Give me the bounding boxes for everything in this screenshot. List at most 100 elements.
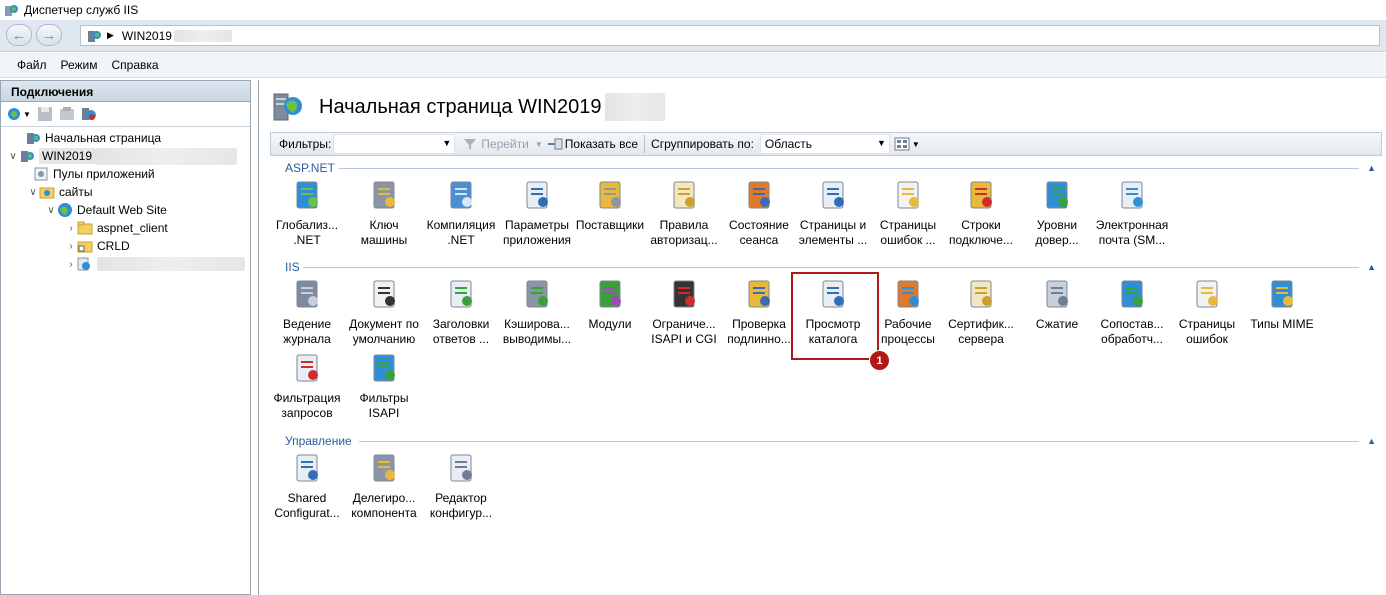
folder-icon (77, 221, 93, 235)
feature-key[interactable]: Ключ машины (346, 178, 422, 248)
feature-providers[interactable]: Поставщики (572, 178, 648, 233)
dropdown-arrow-icon: ▼ (442, 138, 452, 148)
error-page-icon (1190, 277, 1224, 311)
server-large-icon (273, 93, 302, 121)
feature-settings-list[interactable]: Параметры приложения (499, 178, 575, 248)
section-title-management[interactable]: Управление (285, 434, 352, 448)
error-page-icon (891, 178, 925, 212)
feature-log[interactable]: Ведение журнала (269, 277, 345, 347)
expand-chevron-icon[interactable]: › (65, 259, 77, 270)
back-button[interactable]: ← (6, 24, 32, 46)
feature-session[interactable]: Состояние сеанса (721, 178, 797, 248)
collapse-section-icon[interactable]: ▲ (1367, 163, 1376, 173)
feature-request-filtering[interactable]: Фильтрация запросов (269, 351, 345, 421)
go-button[interactable]: Перейти ▼ (463, 137, 543, 151)
collapse-section-icon[interactable]: ▲ (1367, 262, 1376, 272)
menu-view[interactable]: Режим (61, 58, 98, 72)
feature-delegation[interactable]: Делегиро... компонента (346, 451, 422, 521)
menu-bar: Файл Режим Справка (0, 53, 1386, 78)
menu-help[interactable]: Справка (112, 58, 159, 72)
feature-authentication[interactable]: Проверка подлинно... (721, 277, 797, 347)
expand-chevron-icon[interactable]: › (65, 241, 77, 252)
feature-isapi-filter[interactable]: Фильтры ISAPI (346, 351, 422, 421)
feature-shared-config[interactable]: Shared Configurat... (269, 451, 345, 521)
tree-item-sites[interactable]: ∨ сайты (27, 183, 92, 201)
tree-item-aspnet-client[interactable]: › aspnet_client (65, 219, 167, 237)
compression-icon (1040, 277, 1074, 311)
feature-label: Страницы и элементы ... (798, 218, 868, 247)
feature-worker-process[interactable]: Рабочие процессы (870, 277, 946, 347)
section-title-aspnet[interactable]: ASP.NET (285, 161, 335, 175)
feature-error-page[interactable]: Страницы ошибок ... (870, 178, 946, 248)
view-mode-icon (894, 137, 910, 151)
show-all-button[interactable]: Показать все (547, 137, 638, 151)
feature-headers[interactable]: Заголовки ответов ... (423, 277, 499, 347)
collapse-chevron-icon[interactable]: ∨ (27, 187, 39, 198)
connect-icon[interactable] (7, 106, 23, 122)
section-title-iis[interactable]: IIS (285, 260, 300, 274)
compile-icon (444, 178, 478, 212)
feature-label: Shared Configurat... (274, 491, 340, 520)
feature-connection-string[interactable]: Строки подключе... (943, 178, 1019, 248)
up-level-icon[interactable] (59, 106, 75, 122)
server-icon (88, 30, 101, 42)
feature-handler-mapping[interactable]: Сопостав... обработч... (1094, 277, 1170, 347)
forward-button[interactable]: → (36, 24, 62, 46)
feature-mime[interactable]: Типы MIME (1244, 277, 1320, 332)
feature-label: Модули (588, 317, 632, 331)
page-title: Начальная страница WIN2019 (319, 95, 602, 118)
expand-chevron-icon[interactable]: › (65, 223, 77, 234)
feature-compression[interactable]: Сжатие (1019, 277, 1095, 332)
feature-label: Делегиро... компонента (351, 491, 417, 520)
feature-config-editor[interactable]: Редактор конфигур... (423, 451, 499, 521)
feature-pages[interactable]: Страницы и элементы ... (795, 178, 871, 248)
collapse-section-icon[interactable]: ▲ (1367, 436, 1376, 446)
feature-globe[interactable]: Глобализ... .NET (269, 178, 345, 248)
tree-item-crld[interactable]: › CRLD (65, 237, 129, 255)
features-view: Начальная страница WIN2019 Фильтры: ▼ Пе… (258, 80, 1386, 595)
feature-trust-level[interactable]: Уровни довер... (1019, 178, 1095, 248)
feature-modules[interactable]: Модули (572, 277, 648, 332)
feature-certificate[interactable]: Сертифик... сервера (943, 277, 1019, 347)
feature-label: Параметры приложения (502, 218, 572, 247)
tree-item-redacted-site[interactable]: › (65, 255, 245, 273)
settings-list-icon (520, 178, 554, 212)
providers-icon (593, 178, 627, 212)
feature-label: Правила авторизац... (650, 218, 718, 247)
tree-item-app-pools[interactable]: Пулы приложений (33, 165, 155, 183)
group-by-combobox[interactable]: Область ▼ (759, 134, 890, 154)
redacted-text (173, 29, 232, 42)
connect-dropdown-icon[interactable]: ▼ (23, 110, 31, 119)
feature-error-page[interactable]: Страницы ошибок (1169, 277, 1245, 347)
feature-default-document[interactable]: Документ по умолчанию (346, 277, 422, 347)
view-mode-button[interactable]: ▼ (894, 137, 920, 151)
certificate-icon (964, 277, 998, 311)
session-icon (742, 178, 776, 212)
feature-label: Редактор конфигур... (429, 491, 493, 520)
disconnect-icon[interactable] (81, 106, 97, 122)
show-all-icon (547, 138, 563, 150)
collapse-chevron-icon[interactable]: ∨ (45, 205, 57, 216)
trust-level-icon (1040, 178, 1074, 212)
feature-compile[interactable]: Компиляция .NET (423, 178, 499, 248)
save-icon[interactable] (37, 106, 53, 122)
dropdown-arrow-icon: ▼ (876, 138, 886, 148)
feature-label: Страницы ошибок (1178, 317, 1236, 346)
connection-string-icon (964, 178, 998, 212)
dropdown-arrow-icon: ▼ (534, 139, 543, 149)
menu-file[interactable]: Файл (17, 58, 47, 72)
dropdown-arrow-icon: ▼ (911, 139, 920, 149)
feature-cache[interactable]: Кэширова... выводимы... (499, 277, 575, 347)
filter-combobox[interactable]: ▼ (333, 134, 456, 154)
feature-label: Типы MIME (1250, 317, 1314, 331)
feature-isapi-cgi[interactable]: Ограниче... ISAPI и CGI (646, 277, 722, 347)
feature-email[interactable]: Электронная почта (SM... (1094, 178, 1170, 248)
tree-item-default-web-site[interactable]: ∨ Default Web Site (45, 201, 167, 219)
tree-item-server[interactable]: ∨ WIN2019 (7, 147, 238, 165)
breadcrumb-server[interactable]: WIN2019 (122, 29, 172, 43)
address-bar[interactable]: ▶ WIN2019 (80, 25, 1380, 46)
feature-authorization[interactable]: Правила авторизац... (646, 178, 722, 248)
collapse-chevron-icon[interactable]: ∨ (7, 151, 19, 162)
sites-folder-icon (39, 187, 55, 199)
tree-item-start-page[interactable]: Начальная страница (13, 129, 161, 147)
